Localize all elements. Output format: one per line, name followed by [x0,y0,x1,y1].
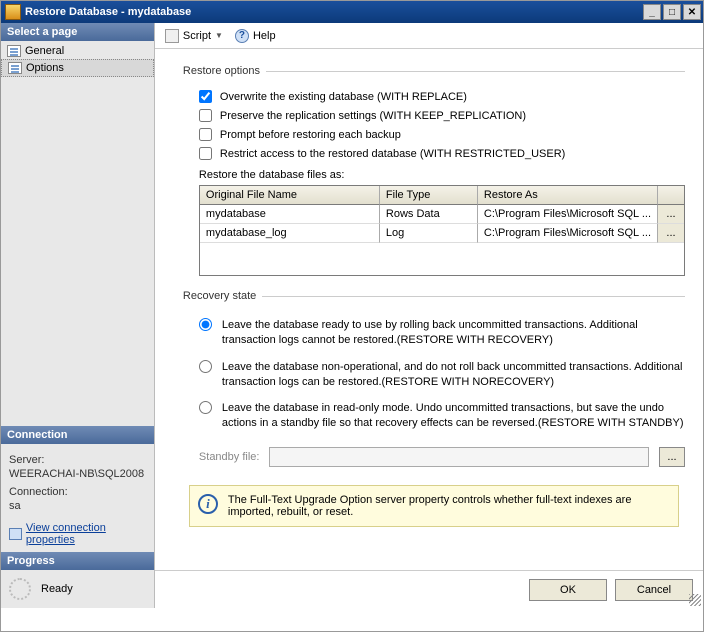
col-restore-as[interactable]: Restore As [478,186,658,205]
recovery-state-title: Recovery state [183,290,685,302]
titlebar: Restore Database - mydatabase _ □ ✕ [1,1,703,23]
script-button[interactable]: Script ▼ [161,27,227,45]
prompt-checkbox[interactable] [199,128,212,141]
progress-status: Ready [41,583,73,595]
recovery-label-standby: Leave the database in read-only mode. Un… [222,401,685,431]
sidebar-item-general[interactable]: General [1,43,154,59]
col-original-file-name[interactable]: Original File Name [200,186,380,205]
window-title: Restore Database - mydatabase [25,6,643,18]
overwrite-checkbox[interactable] [199,90,212,103]
cell-file-type: Rows Data [380,205,478,224]
table-row[interactable]: mydatabase_log Log C:\Program Files\Micr… [200,224,684,243]
preserve-checkbox[interactable] [199,109,212,122]
cell-restore-as: C:\Program Files\Microsoft SQL ... [478,205,658,224]
help-icon: ? [235,29,249,43]
overwrite-label: Overwrite the existing database (WITH RE… [220,91,467,103]
connection-header: Connection [1,426,154,444]
sidebar: Select a page General Options Connection… [1,23,155,608]
recovery-radio-recovery[interactable] [199,318,212,331]
help-label: Help [253,30,276,42]
minimize-button[interactable]: _ [643,4,661,20]
recovery-label-norecovery: Leave the database non-operational, and … [222,360,685,390]
sidebar-item-label: Options [26,62,64,74]
progress-header: Progress [1,552,154,570]
cell-file-type: Log [380,224,478,243]
page-icon [7,45,21,57]
script-icon [165,29,179,43]
cell-original-name: mydatabase_log [200,224,380,243]
standby-file-label: Standby file: [199,451,260,463]
connection-value: sa [9,500,146,512]
restore-files-label: Restore the database files as: [199,169,685,181]
script-label: Script [183,30,211,42]
sidebar-item-options[interactable]: Options [1,59,154,77]
restore-options-title: Restore options [183,65,685,77]
cell-restore-as: C:\Program Files\Microsoft SQL ... [478,224,658,243]
standby-browse-button[interactable]: ... [659,447,685,467]
connection-label: Connection: [9,486,146,498]
link-label: View connection properties [26,522,146,546]
grid-empty-area [200,243,684,275]
recovery-radio-standby[interactable] [199,401,212,414]
info-text: The Full-Text Upgrade Option server prop… [228,494,670,518]
recovery-radio-norecovery[interactable] [199,360,212,373]
toolbar: Script ▼ ? Help [155,23,703,49]
main-panel: Script ▼ ? Help Restore options Overwrit… [155,23,703,608]
col-file-type[interactable]: File Type [380,186,478,205]
cancel-button[interactable]: Cancel [615,579,693,601]
restrict-label: Restrict access to the restored database… [220,148,565,160]
progress-spinner-icon [9,578,31,600]
browse-button[interactable]: ... [658,205,684,224]
page-icon [8,62,22,74]
resize-grip[interactable] [689,594,701,606]
table-row[interactable]: mydatabase Rows Data C:\Program Files\Mi… [200,205,684,224]
prompt-label: Prompt before restoring each backup [220,129,401,141]
server-label: Server: [9,454,146,466]
select-page-header: Select a page [1,23,154,41]
ok-button[interactable]: OK [529,579,607,601]
browse-button[interactable]: ... [658,224,684,243]
app-icon [5,4,21,20]
info-icon: i [198,494,218,514]
info-box: i The Full-Text Upgrade Option server pr… [189,485,679,527]
chevron-down-icon: ▼ [215,31,223,40]
col-actions [658,186,684,205]
files-grid: Original File Name File Type Restore As … [199,185,685,276]
server-value: WEERACHAI-NB\SQL2008 [9,468,146,480]
view-connection-properties-link[interactable]: View connection properties [1,516,154,552]
help-button[interactable]: ? Help [231,27,280,45]
restrict-checkbox[interactable] [199,147,212,160]
preserve-label: Preserve the replication settings (WITH … [220,110,526,122]
recovery-label-recovery: Leave the database ready to use by rolli… [222,318,685,348]
maximize-button[interactable]: □ [663,4,681,20]
standby-file-input [269,447,649,467]
close-button[interactable]: ✕ [683,4,701,20]
sidebar-item-label: General [25,45,64,57]
dialog-footer: OK Cancel [155,570,703,608]
cell-original-name: mydatabase [200,205,380,224]
properties-icon [9,528,22,540]
